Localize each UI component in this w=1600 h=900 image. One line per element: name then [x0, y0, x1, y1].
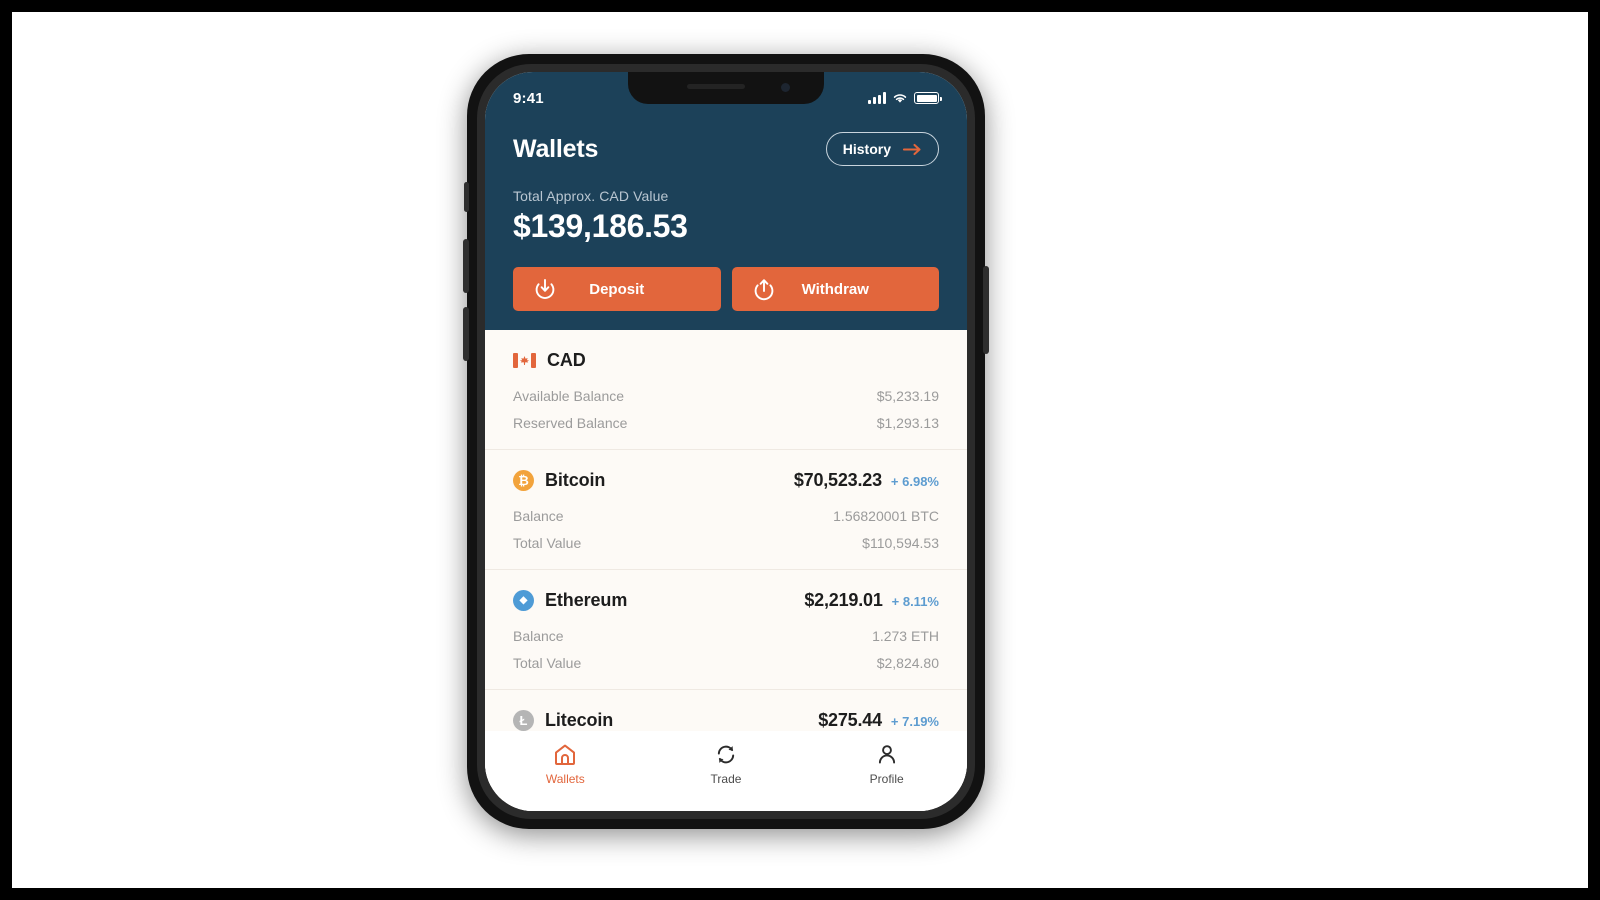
image-canvas: 9:41 Wallets History Total Approx. CAD V…: [12, 12, 1588, 888]
volume-down-button[interactable]: [463, 307, 469, 361]
wallet-detail-row: Total Value $2,824.80: [513, 655, 939, 671]
phone-screen: 9:41 Wallets History Total Approx. CAD V…: [485, 72, 967, 811]
wallet-header-row: Ł Litecoin $275.44 + 7.19%: [513, 710, 939, 731]
canada-flag-icon: [513, 353, 536, 368]
person-icon: [878, 745, 895, 764]
detail-value: $1,293.13: [876, 415, 939, 431]
detail-key: Balance: [513, 508, 564, 524]
wallet-detail-row: Total Value $110,594.53: [513, 535, 939, 551]
wallet-list[interactable]: CAD Available Balance $5,233.19 Reserved…: [485, 330, 967, 811]
volume-up-button[interactable]: [463, 239, 469, 293]
swap-icon: [717, 745, 735, 764]
upload-circle-icon: [754, 279, 773, 301]
wallet-change: + 6.98%: [890, 474, 939, 489]
wallet-header-row: ◆ Ethereum $2,219.01 + 8.11%: [513, 590, 939, 611]
page-title: Wallets: [513, 134, 599, 163]
detail-key: Total Value: [513, 535, 582, 551]
detail-value: 1.273 ETH: [872, 628, 939, 644]
history-button-label: History: [842, 141, 891, 157]
tab-label: Trade: [710, 772, 742, 786]
wallet-name: Litecoin: [545, 710, 614, 730]
wifi-icon: [893, 94, 907, 103]
deposit-button[interactable]: Deposit: [513, 267, 721, 311]
header-title-row: Wallets History: [513, 132, 939, 166]
wallet-price-group: $2,219.01 + 8.11%: [804, 590, 939, 611]
ethereum-icon: ◆: [513, 590, 534, 611]
home-icon: [555, 744, 576, 765]
arrow-right-icon: [903, 143, 921, 155]
wallet-header-row: CAD: [513, 350, 939, 371]
history-button[interactable]: History: [825, 132, 939, 166]
tab-wallets[interactable]: Wallets: [485, 743, 646, 786]
litecoin-icon: Ł: [513, 710, 534, 731]
bitcoin-icon: ₿: [513, 470, 534, 491]
wallet-detail-row: Balance 1.56820001 BTC: [513, 508, 939, 524]
tab-label: Wallets: [545, 772, 585, 786]
bottom-tab-bar: Wallets Trade Profile: [485, 731, 967, 811]
detail-key: Balance: [513, 628, 564, 644]
download-circle-icon: [535, 279, 555, 299]
detail-key: Reserved Balance: [513, 415, 628, 431]
wallet-detail-row: Reserved Balance $1,293.13: [513, 415, 939, 431]
wallet-detail-row: Balance 1.273 ETH: [513, 628, 939, 644]
wallet-name: CAD: [547, 350, 586, 370]
wallet-identity: CAD: [513, 350, 586, 371]
wallet-header-row: ₿ Bitcoin $70,523.23 + 6.98%: [513, 470, 939, 491]
mute-switch[interactable]: [464, 182, 469, 212]
earpiece-speaker: [687, 84, 745, 89]
wallet-card-ethereum[interactable]: ◆ Ethereum $2,219.01 + 8.11% Balance 1.2…: [485, 570, 967, 690]
wallet-price: $2,219.01: [804, 590, 883, 610]
detail-value: $5,233.19: [876, 388, 939, 404]
wallet-detail-row: Available Balance $5,233.19: [513, 388, 939, 404]
wallet-card-cad[interactable]: CAD Available Balance $5,233.19 Reserved…: [485, 330, 967, 450]
power-button[interactable]: [983, 266, 989, 354]
wallet-change: + 8.11%: [891, 594, 939, 609]
tab-trade[interactable]: Trade: [646, 743, 807, 786]
detail-value: 1.56820001 BTC: [833, 508, 939, 524]
detail-value: $2,824.80: [876, 655, 939, 671]
wallet-price: $275.44: [818, 710, 882, 730]
tab-label: Profile: [869, 772, 904, 786]
wallet-identity: Ł Litecoin: [513, 710, 613, 731]
wallet-name: Bitcoin: [545, 470, 606, 490]
wallet-price-group: $275.44 + 7.19%: [818, 710, 939, 731]
header-action-row: Deposit Withdraw: [513, 267, 939, 311]
wallet-name: Ethereum: [545, 590, 628, 610]
total-value-amount: $139,186.53: [513, 208, 688, 244]
wallet-identity: ₿ Bitcoin: [513, 470, 605, 491]
wallet-change: + 7.19%: [890, 714, 939, 729]
cellular-signal-icon: [868, 92, 886, 104]
status-time: 9:41: [513, 89, 544, 107]
battery-full-icon: [914, 92, 942, 104]
device-notch: [628, 72, 824, 104]
wallet-price: $70,523.23: [793, 470, 882, 490]
detail-value: $110,594.53: [862, 535, 939, 551]
front-camera: [781, 83, 790, 92]
wallets-header: 9:41 Wallets History Total Approx. CAD V…: [485, 72, 967, 330]
detail-key: Available Balance: [513, 388, 625, 404]
withdraw-button[interactable]: Withdraw: [731, 267, 939, 311]
total-value-label: Total Approx. CAD Value: [513, 188, 669, 204]
detail-key: Total Value: [513, 655, 582, 671]
wallet-price-group: $70,523.23 + 6.98%: [794, 470, 939, 491]
wallet-identity: ◆ Ethereum: [513, 590, 627, 611]
phone-device-mockup: 9:41 Wallets History Total Approx. CAD V…: [463, 54, 989, 829]
status-icon-group: [868, 92, 942, 104]
tab-profile[interactable]: Profile: [806, 743, 967, 786]
wallet-card-bitcoin[interactable]: ₿ Bitcoin $70,523.23 + 6.98% Balance 1.5…: [485, 450, 967, 570]
